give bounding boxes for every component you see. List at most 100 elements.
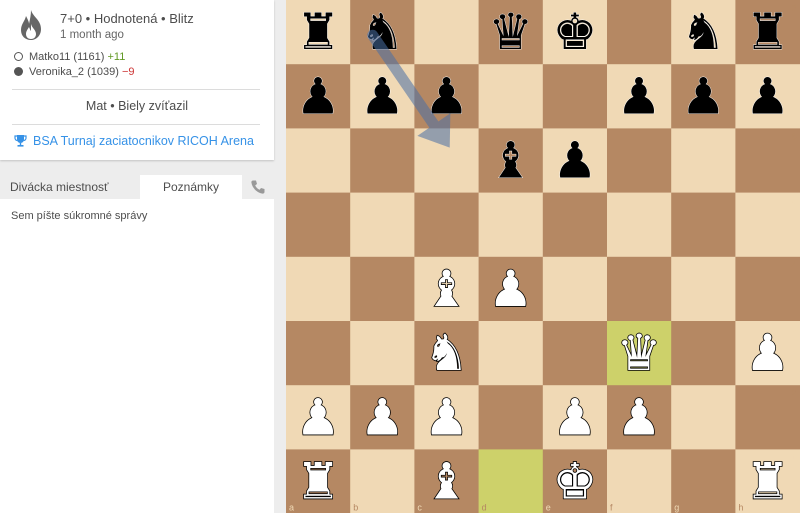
white-pawn-c2[interactable]: ♟	[423, 387, 469, 447]
white-knight-c3[interactable]: ♞	[423, 323, 469, 383]
tab-voice[interactable]	[246, 175, 270, 199]
chat-tabs: Divácka miestnosť Poznámky	[0, 175, 274, 199]
square-f5[interactable]	[607, 192, 672, 258]
black-pawn-a7[interactable]: ♟	[295, 67, 341, 126]
square-f1[interactable]	[607, 449, 672, 513]
square-e7[interactable]	[542, 64, 608, 129]
rank-label: 8	[792, 3, 797, 13]
square-h6[interactable]	[735, 128, 800, 194]
tab-notes[interactable]: Poznámky	[140, 175, 242, 199]
rank-label: 4	[792, 260, 797, 270]
white-pawn-b2[interactable]: ♟	[359, 387, 405, 447]
black-dot-icon	[14, 67, 23, 76]
square-g3[interactable]	[671, 321, 736, 386]
square-f4[interactable]	[607, 256, 672, 322]
white-pawn-h3[interactable]: ♟	[744, 323, 790, 383]
white-player-name[interactable]: Matko11 (1161)	[29, 51, 104, 63]
notes-panel[interactable]: Sem píšte súkromné správy	[0, 199, 274, 513]
square-g4[interactable]	[671, 256, 736, 322]
square-b1[interactable]	[350, 449, 415, 513]
black-rook-a8[interactable]: ♜	[295, 3, 341, 62]
file-label: d	[482, 503, 487, 513]
white-pawn-f2[interactable]: ♟	[616, 387, 662, 447]
rank-label: 1	[792, 452, 797, 462]
black-bishop-d6[interactable]: ♝	[488, 131, 534, 190]
white-rook-h1[interactable]: ♜	[744, 452, 790, 512]
divider	[12, 89, 260, 90]
square-g2[interactable]	[671, 385, 736, 450]
white-pawn-e2[interactable]: ♟	[552, 387, 598, 447]
white-rating-diff: +11	[107, 51, 126, 63]
square-e5[interactable]	[542, 192, 608, 258]
square-g5[interactable]	[671, 192, 736, 258]
game-result: Mat • Biely zvíťazil	[85, 99, 189, 113]
square-c5[interactable]	[414, 192, 480, 258]
rank-label: 2	[792, 388, 797, 398]
black-king-e8[interactable]: ♚	[552, 3, 598, 62]
square-h2[interactable]	[735, 385, 800, 450]
square-e4[interactable]	[542, 256, 608, 322]
chess-board-container[interactable]: 8 7 6 5 4 3 2 1 a b c d e f g h ♜ ♞ ♛ ♚ ♞ ♜ ♟ ♟ ♟ ♟ ♟ ♟ ♝ ♟ ♝ ♟ ♞ ♛ ♟ ♟ ♟ ♟ ♟ ♟…	[286, 0, 800, 513]
file-label: b	[353, 503, 358, 513]
square-f8[interactable]	[607, 0, 672, 65]
black-player-name[interactable]: Veronika_2 (1039)	[29, 66, 119, 78]
file-label: e	[546, 503, 551, 513]
square-a4[interactable]	[286, 256, 351, 322]
square-d2[interactable]	[478, 385, 544, 450]
square-h5[interactable]	[735, 192, 800, 258]
file-label: h	[738, 503, 743, 513]
black-pawn-h7[interactable]: ♟	[745, 67, 791, 126]
divider	[12, 124, 260, 125]
square-b5[interactable]	[350, 192, 415, 258]
square-g1[interactable]	[671, 449, 736, 513]
square-d1[interactable]	[478, 449, 544, 513]
square-a3[interactable]	[286, 321, 351, 386]
square-e3[interactable]	[542, 321, 608, 386]
square-d7[interactable]	[478, 64, 544, 129]
file-label: a	[289, 503, 294, 513]
tab-spectator-room[interactable]: Divácka miestnosť	[0, 175, 140, 199]
black-pawn-e6[interactable]: ♟	[552, 131, 598, 190]
black-rating-diff: −9	[121, 66, 135, 78]
white-bishop-c1[interactable]: ♝	[423, 452, 469, 512]
tournament-name[interactable]: BSA Turnaj zaciatocnikov RICOH Arena	[33, 134, 254, 148]
fire-icon	[21, 10, 41, 40]
black-rook-h8[interactable]: ♜	[745, 3, 791, 62]
black-player-row[interactable]: Veronika_2 (1039) −9	[14, 65, 135, 79]
rank-label: 3	[792, 324, 797, 334]
rank-label: 5	[792, 196, 797, 206]
white-pawn-d4[interactable]: ♟	[487, 259, 533, 319]
white-queen-f3[interactable]: ♛	[616, 323, 662, 383]
black-queen-d8[interactable]: ♛	[488, 3, 534, 62]
square-h4[interactable]	[735, 256, 800, 322]
square-d3[interactable]	[478, 321, 544, 386]
square-a6[interactable]	[286, 128, 351, 194]
white-king-e1[interactable]: ♚	[552, 452, 598, 512]
square-g6[interactable]	[671, 128, 736, 194]
white-dot-icon	[14, 52, 23, 61]
game-time-ago: 1 month ago	[60, 29, 124, 41]
square-b4[interactable]	[350, 256, 415, 322]
white-rook-a1[interactable]: ♜	[295, 452, 341, 512]
trophy-icon	[14, 135, 27, 147]
tournament-link[interactable]: BSA Turnaj zaciatocnikov RICOH Arena	[14, 134, 254, 148]
square-f6[interactable]	[607, 128, 672, 194]
white-pawn-a2[interactable]: ♟	[295, 387, 341, 447]
black-pawn-g7[interactable]: ♟	[680, 67, 726, 126]
square-b6[interactable]	[350, 128, 415, 194]
notes-placeholder[interactable]: Sem píšte súkromné správy	[11, 210, 147, 222]
white-bishop-c4[interactable]: ♝	[423, 259, 469, 319]
game-info-panel: 7+0 • Hodnotená • Blitz 1 month ago Matk…	[0, 0, 274, 160]
black-knight-g8[interactable]: ♞	[680, 3, 726, 62]
rank-label: 7	[792, 67, 797, 77]
square-c8[interactable]	[414, 0, 480, 65]
black-pawn-f7[interactable]: ♟	[616, 67, 662, 126]
square-d5[interactable]	[478, 192, 544, 258]
white-player-row[interactable]: Matko11 (1161) +11	[14, 50, 125, 64]
square-b3[interactable]	[350, 321, 415, 386]
square-a5[interactable]	[286, 192, 351, 258]
game-meta: 7+0 • Hodnotená • Blitz	[60, 11, 194, 26]
chess-board[interactable]: 87654321a b c d e f g h♜ ♞ ♛ ♚ ♞ ♜♟ ♟ ♟ ♟ ♟ ♟♝ ♟♝ ♟♞ ♛ ♟♟ ♟ ♟ ♟ ♟…	[286, 0, 800, 513]
game-sidebar: 7+0 • Hodnotená • Blitz 1 month ago Matk…	[0, 0, 274, 513]
file-label: c	[417, 503, 422, 513]
